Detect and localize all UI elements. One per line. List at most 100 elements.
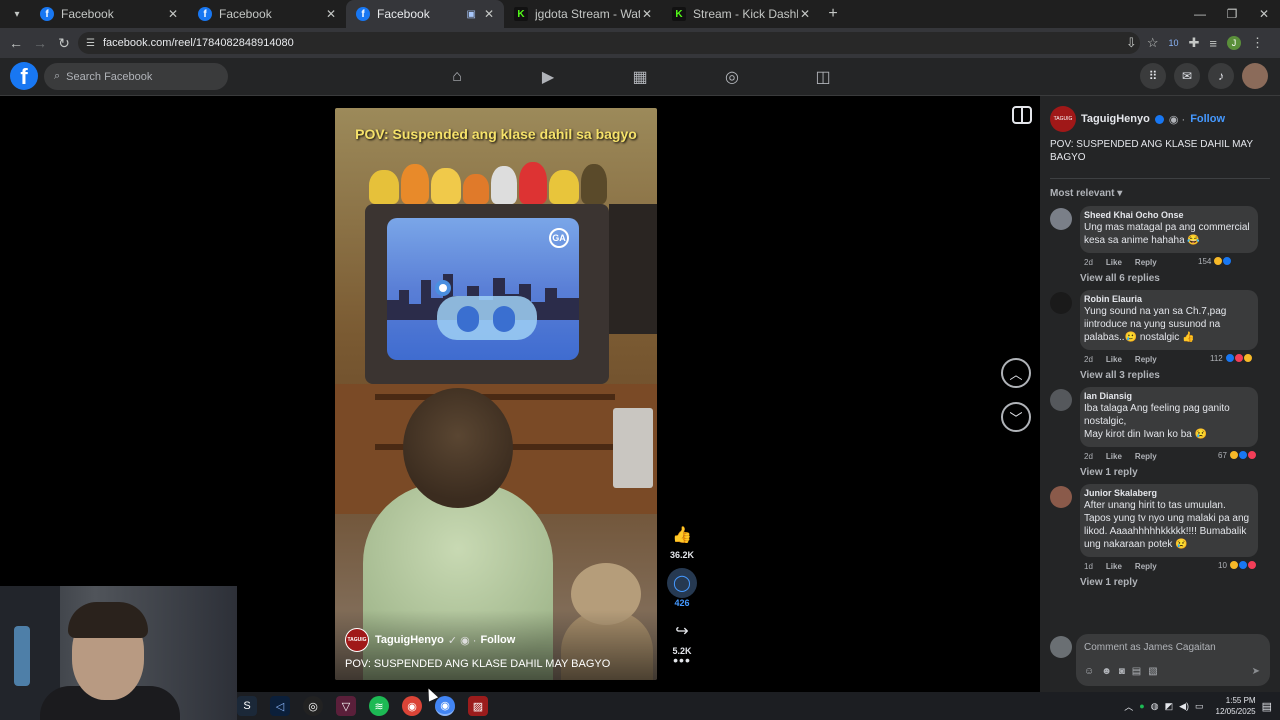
view-replies-link[interactable]: View all 6 replies <box>1080 273 1280 284</box>
sticker-icon[interactable]: ▧ <box>1148 666 1157 677</box>
view-replies-link[interactable]: View 1 reply <box>1080 467 1280 478</box>
browser-tab[interactable]: K jgdota Stream - Watch Live on K ✕ <box>504 0 662 28</box>
commenter-avatar[interactable] <box>1050 486 1072 508</box>
comment-reply-button[interactable]: Reply <box>1135 258 1157 267</box>
comment-time[interactable]: 1d <box>1084 562 1093 571</box>
close-tab-icon[interactable]: ✕ <box>166 7 180 21</box>
steam-icon[interactable]: S <box>237 696 257 716</box>
dota-icon[interactable]: ▨ <box>468 696 488 716</box>
tab-media-icon[interactable]: ▣ <box>467 9 476 20</box>
comment-like-button[interactable]: Like <box>1106 355 1122 364</box>
notification-center-icon[interactable]: ▤ <box>1262 700 1272 713</box>
comment-reply-button[interactable]: Reply <box>1135 355 1157 364</box>
camera-icon[interactable]: ◙ <box>1119 666 1125 677</box>
home-icon[interactable]: ⌂ <box>437 64 477 90</box>
search-input[interactable]: ⌕ Search Facebook <box>44 63 228 90</box>
avatar-sticker-icon[interactable]: ☺ <box>1084 666 1094 677</box>
reaction-summary[interactable]: 154 <box>1198 256 1233 266</box>
author-avatar[interactable]: TAGUIG <box>1050 106 1076 132</box>
comment-input[interactable]: Comment as James Cagaitan <box>1076 634 1270 686</box>
new-tab-button[interactable]: + <box>820 5 846 23</box>
back-icon[interactable]: ← <box>4 35 28 51</box>
chrome-icon[interactable]: ◉ <box>402 696 422 716</box>
spotify-icon[interactable]: ≋ <box>369 696 389 716</box>
browser-tab-active[interactable]: f Facebook ▣ ✕ <box>346 0 504 28</box>
commenter-avatar[interactable] <box>1050 389 1072 411</box>
commenter-name[interactable]: Junior Skalaberg <box>1084 488 1250 498</box>
previous-reel-button[interactable]: ︿ <box>1001 358 1031 388</box>
comment-like-button[interactable]: Like <box>1106 258 1122 267</box>
menu-grid-icon[interactable]: ⠿ <box>1140 63 1166 89</box>
profile-avatar[interactable]: J <box>1227 36 1241 50</box>
gaming-icon[interactable]: ◫ <box>803 64 843 90</box>
share-action[interactable]: ↪ 5.2K <box>664 616 700 656</box>
extensions-puzzle-icon[interactable]: ✚ <box>1189 35 1200 51</box>
install-app-icon[interactable]: ⇩ <box>1126 35 1137 51</box>
steam-tray-icon[interactable]: ◍ <box>1151 701 1159 712</box>
view-replies-link[interactable]: View all 3 replies <box>1080 370 1280 381</box>
follow-button[interactable]: Follow <box>480 634 515 646</box>
tray-chevron-icon[interactable]: ︿ <box>1124 700 1133 713</box>
next-reel-button[interactable]: ﹀ <box>1001 402 1031 432</box>
close-window-icon[interactable]: ✕ <box>1248 0 1280 28</box>
sort-dropdown[interactable]: Most relevant ▾ <box>1050 188 1122 199</box>
display-icon[interactable]: ▭ <box>1195 701 1204 712</box>
network-icon[interactable]: ◩ <box>1165 701 1174 712</box>
browser-tab[interactable]: K Stream - Kick Dashboard ✕ <box>662 0 820 28</box>
close-tab-icon[interactable]: ✕ <box>798 7 812 21</box>
marketplace-icon[interactable]: ▦ <box>620 64 660 90</box>
reload-icon[interactable]: ↻ <box>52 35 76 52</box>
follow-button[interactable]: Follow <box>1190 113 1225 125</box>
author-name[interactable]: TaguigHenyo <box>1081 113 1150 125</box>
comment-time[interactable]: 2d <box>1084 452 1093 461</box>
groups-icon[interactable]: ◎ <box>712 64 752 90</box>
bookmark-star-icon[interactable]: ☆ <box>1147 35 1159 51</box>
obs-icon[interactable]: ◎ <box>303 696 323 716</box>
more-options-icon[interactable]: ••• <box>671 652 693 668</box>
chrome-active-icon[interactable]: ◉ <box>435 696 455 716</box>
spotify-tray-icon[interactable]: ● <box>1139 701 1144 711</box>
browser-tab[interactable]: f Facebook ✕ <box>30 0 188 28</box>
close-tab-icon[interactable]: ✕ <box>482 7 496 21</box>
author-avatar[interactable]: TAGUIG <box>345 628 369 652</box>
commenter-name[interactable]: Ian Diansig <box>1084 391 1250 401</box>
notifications-icon[interactable]: ♪ <box>1208 63 1234 89</box>
comment-reply-button[interactable]: Reply <box>1135 452 1157 461</box>
toggle-comments-icon[interactable] <box>1012 106 1032 124</box>
reaction-summary[interactable]: 112 <box>1210 353 1253 363</box>
like-action[interactable]: 👍 36.2K <box>664 520 700 560</box>
comment-time[interactable]: 2d <box>1084 258 1093 267</box>
share-icon[interactable]: ↪ <box>667 616 697 646</box>
reaction-summary[interactable]: 67 <box>1218 450 1257 460</box>
view-replies-link[interactable]: View 1 reply <box>1080 577 1280 588</box>
send-icon[interactable]: ➤ <box>1252 666 1260 677</box>
tab-search-icon[interactable]: ▾ <box>4 4 30 24</box>
messenger-icon[interactable]: ✉ <box>1174 63 1200 89</box>
commenter-name[interactable]: Sheed Khai Ocho Onse <box>1084 210 1250 220</box>
comment-like-button[interactable]: Like <box>1106 452 1122 461</box>
minimize-icon[interactable]: — <box>1184 0 1216 28</box>
reaction-summary[interactable]: 10 <box>1218 560 1257 570</box>
emoji-icon[interactable]: ☻ <box>1101 666 1112 677</box>
facebook-logo-icon[interactable]: f <box>10 62 38 90</box>
comment-like-button[interactable]: Like <box>1106 562 1122 571</box>
reels-icon[interactable]: ▶ <box>528 64 568 90</box>
comment-time[interactable]: 2d <box>1084 355 1093 364</box>
extension-icon[interactable]: 10 <box>1168 38 1178 48</box>
profile-avatar[interactable] <box>1242 63 1268 89</box>
commenter-avatar[interactable] <box>1050 292 1072 314</box>
comment-icon[interactable]: ◯ <box>667 568 697 598</box>
chrome-menu-icon[interactable]: ⋮ <box>1251 35 1264 51</box>
clock[interactable]: 1:55 PM 12/05/2025 <box>1216 695 1256 717</box>
close-tab-icon[interactable]: ✕ <box>324 7 338 21</box>
author-name[interactable]: TaguigHenyo <box>375 634 444 646</box>
reel-author[interactable]: TAGUIG TaguigHenyo ✓ ◉ · Follow <box>345 628 515 652</box>
commenter-name[interactable]: Robin Elauria <box>1084 294 1250 304</box>
site-info-icon[interactable]: ☰ <box>86 38 95 49</box>
forward-icon[interactable]: → <box>28 35 52 51</box>
comment-action[interactable]: ◯ 426 <box>664 568 700 608</box>
vscode-icon[interactable]: ◁ <box>270 696 290 716</box>
volume-icon[interactable]: ◀) <box>1179 701 1189 712</box>
restore-icon[interactable]: ❐ <box>1216 0 1248 28</box>
like-icon[interactable]: 👍 <box>667 520 697 550</box>
